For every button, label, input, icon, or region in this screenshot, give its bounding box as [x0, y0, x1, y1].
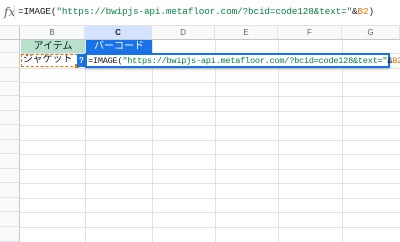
grid-line: [20, 154, 400, 155]
row-header-9[interactable]: [0, 154, 20, 169]
select-all-corner[interactable]: [0, 26, 20, 40]
grid-line: [20, 125, 400, 126]
cell-editor-c2[interactable]: =IMAGE("https://bwipjs-api.metafloor.com…: [85, 53, 400, 68]
column-header-f[interactable]: F: [278, 26, 342, 40]
grid-line: [20, 68, 400, 69]
column-header-c[interactable]: C: [85, 26, 152, 40]
row-header-7[interactable]: [0, 125, 20, 140]
formula-function: =IMAGE(: [18, 6, 57, 17]
formula-close-paren: ): [368, 6, 374, 17]
cell-c1[interactable]: バーコード: [86, 40, 152, 53]
grid-line: [20, 111, 400, 112]
row-header-6[interactable]: [0, 111, 20, 125]
row-header-2[interactable]: [0, 53, 20, 68]
column-header-b[interactable]: B: [20, 26, 85, 40]
formula-bar[interactable]: fx =IMAGE("https://bwipjs-api.metafloor.…: [0, 0, 400, 26]
row-header-13[interactable]: [0, 212, 20, 227]
row-header-3[interactable]: [0, 68, 20, 82]
reference-highlight-b2: [21, 54, 78, 67]
cell-b1[interactable]: アイテム: [21, 40, 85, 53]
column-header-g[interactable]: G: [342, 26, 400, 40]
row-header-10[interactable]: [0, 169, 20, 183]
grid-line: [20, 140, 400, 141]
row-header-14[interactable]: [0, 227, 20, 242]
grid-line: [20, 183, 400, 184]
row-header-11[interactable]: [0, 183, 20, 198]
editor-formula-reference: B2: [392, 56, 400, 66]
grid-line: [20, 96, 400, 97]
editor-formula-string: "https://bwipjs-api.metafloor.com/?bcid=…: [122, 56, 388, 66]
formula-reference: B2: [357, 6, 369, 17]
grid-line: [20, 169, 400, 170]
grid-line: [20, 198, 400, 199]
row-header-1[interactable]: [0, 40, 20, 53]
column-header-e[interactable]: E: [215, 26, 278, 40]
formula-string: "https://bwipjs-api.metafloor.com/?bcid=…: [56, 6, 353, 17]
grid-line: [20, 82, 400, 83]
formula-text[interactable]: =IMAGE("https://bwipjs-api.metafloor.com…: [18, 6, 374, 17]
formula-bar-divider: [14, 5, 15, 19]
grid-line: [20, 227, 400, 228]
row-header-8[interactable]: [0, 140, 20, 154]
row-header-5[interactable]: [0, 96, 20, 111]
row-header-12[interactable]: [0, 198, 20, 212]
column-header-d[interactable]: D: [152, 26, 215, 40]
cell-editor-formula[interactable]: =IMAGE("https://bwipjs-api.metafloor.com…: [88, 56, 400, 66]
row-header-4[interactable]: [0, 82, 20, 96]
editor-formula-function: =IMAGE(: [88, 56, 123, 66]
grid-line: [20, 212, 400, 213]
